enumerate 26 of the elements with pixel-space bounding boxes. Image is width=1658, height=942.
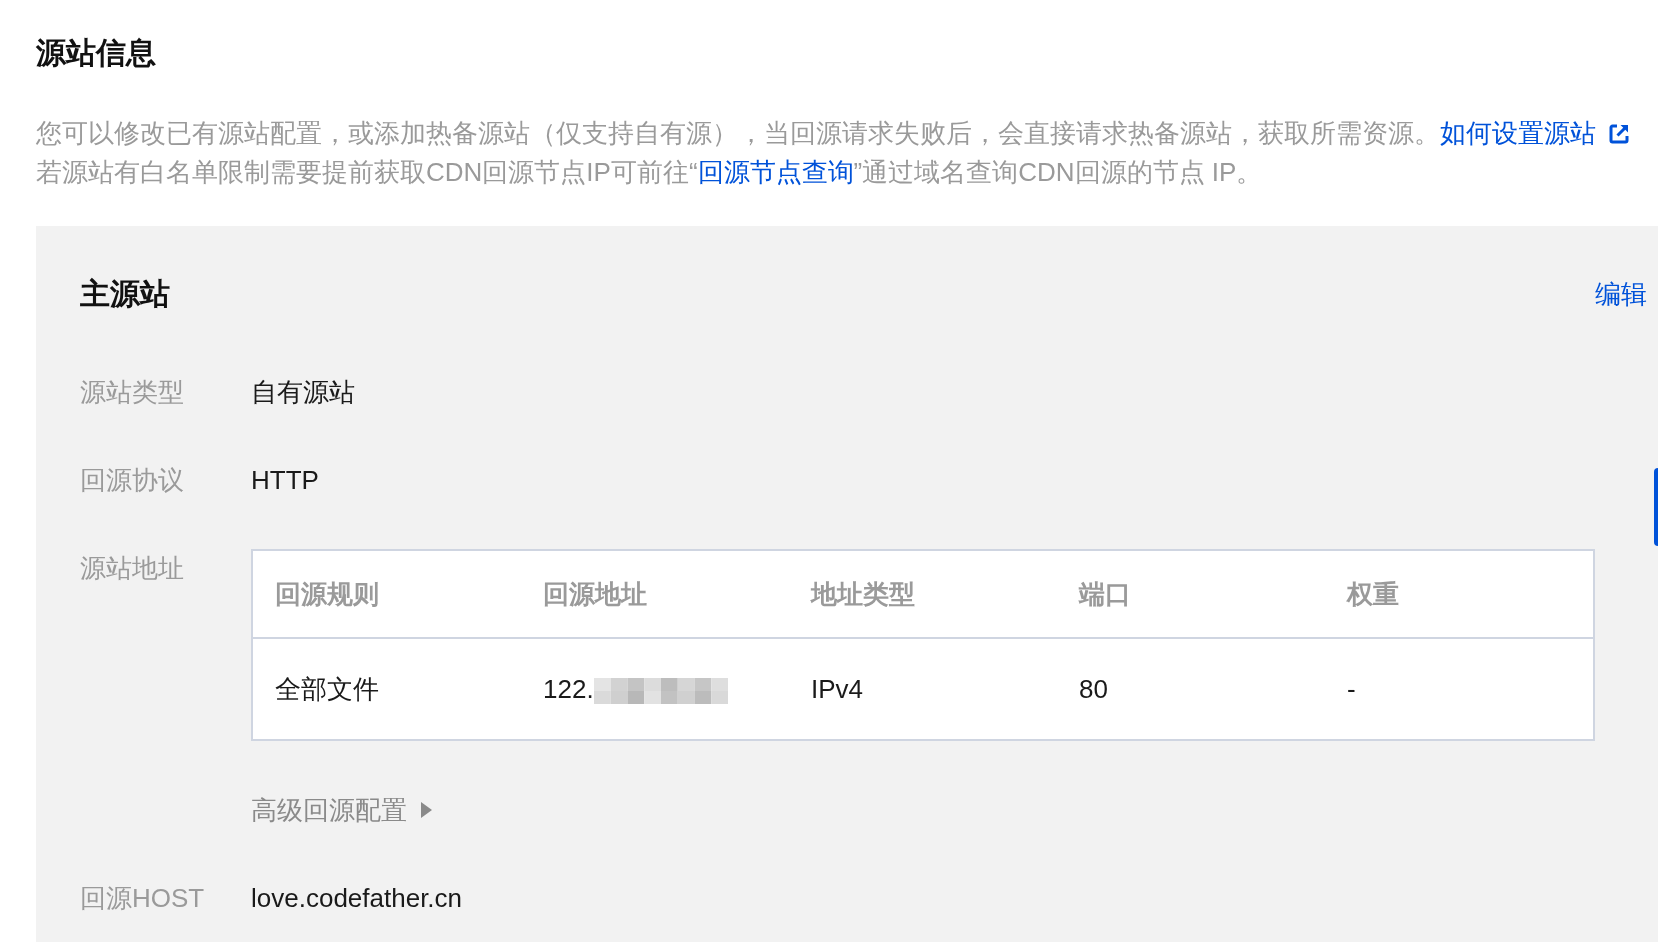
field-label: 源站地址: [80, 552, 184, 585]
field-value: love.codefather.cn: [251, 882, 463, 915]
text-link[interactable]: 如何设置源站: [1440, 114, 1630, 153]
column-header: 地址类型: [811, 578, 915, 611]
side-tab-edge[interactable]: [1654, 468, 1658, 546]
edit-link[interactable]: 编辑: [1595, 275, 1647, 313]
external-link-icon: [1608, 122, 1630, 145]
table-cell-text: -: [1347, 673, 1356, 706]
field-label: 源站类型: [80, 376, 184, 409]
field-value: 自有源站: [251, 376, 355, 409]
table-cell-text: 80: [1079, 673, 1108, 706]
field-label: 回源HOST: [80, 882, 205, 915]
column-header: 端口: [1079, 578, 1131, 611]
table-cell-text: 122.: [543, 673, 594, 706]
description-text: 若源站有白名单限制需要提前获取CDN回源节点IP可前往“回源节点查询”通过域名查询CDN回源的节点 IP。: [36, 156, 1263, 189]
field-label: 回源协议: [80, 464, 184, 497]
description-text: 您可以修改已有源站配置，或添加热备源站（仅支持自有源），当回源请求失败后，会直接请求热备源站，获取所需资源。如何设置源站: [36, 114, 1630, 153]
column-header: 回源规则: [275, 578, 379, 611]
column-header: 权重: [1347, 578, 1399, 611]
section-title: 源站信息: [36, 35, 156, 71]
field-value: HTTP: [251, 464, 319, 497]
panel-title: 主源站: [80, 276, 170, 312]
table-cell-text: IPv4: [811, 673, 864, 706]
table-cell-text: 全部文件: [275, 673, 379, 706]
text-link[interactable]: 回源节点查询: [697, 157, 854, 187]
column-header: 回源地址: [543, 578, 647, 611]
